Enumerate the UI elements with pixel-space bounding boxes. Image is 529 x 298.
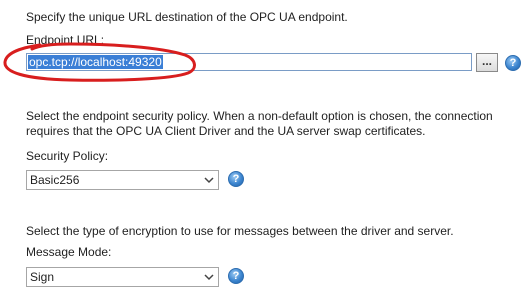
endpoint-url-label: Endpoint URL:: [26, 33, 105, 47]
help-icon[interactable]: ?: [505, 55, 521, 71]
endpoint-url-input[interactable]: opc.tcp://localhost:49320: [26, 53, 472, 71]
browse-button[interactable]: ...: [476, 53, 498, 72]
endpoint-url-value: opc.tcp://localhost:49320: [28, 55, 163, 69]
chevron-down-icon: [204, 274, 214, 281]
chevron-down-icon: [204, 177, 214, 184]
endpoint-description: Specify the unique URL destination of th…: [26, 10, 348, 24]
message-mode-value: Sign: [30, 270, 55, 284]
security-policy-select[interactable]: Basic256: [26, 170, 219, 190]
help-icon[interactable]: ?: [228, 268, 244, 284]
security-description-line1: Select the endpoint security policy. Whe…: [26, 109, 493, 123]
message-mode-label: Message Mode:: [26, 245, 112, 259]
message-description: Select the type of encryption to use for…: [26, 224, 454, 238]
security-policy-value: Basic256: [30, 173, 80, 187]
message-mode-select[interactable]: Sign: [26, 267, 219, 287]
security-policy-label: Security Policy:: [26, 149, 109, 163]
security-description-line2: requires that the OPC UA Client Driver a…: [26, 124, 426, 138]
help-icon[interactable]: ?: [228, 171, 244, 187]
